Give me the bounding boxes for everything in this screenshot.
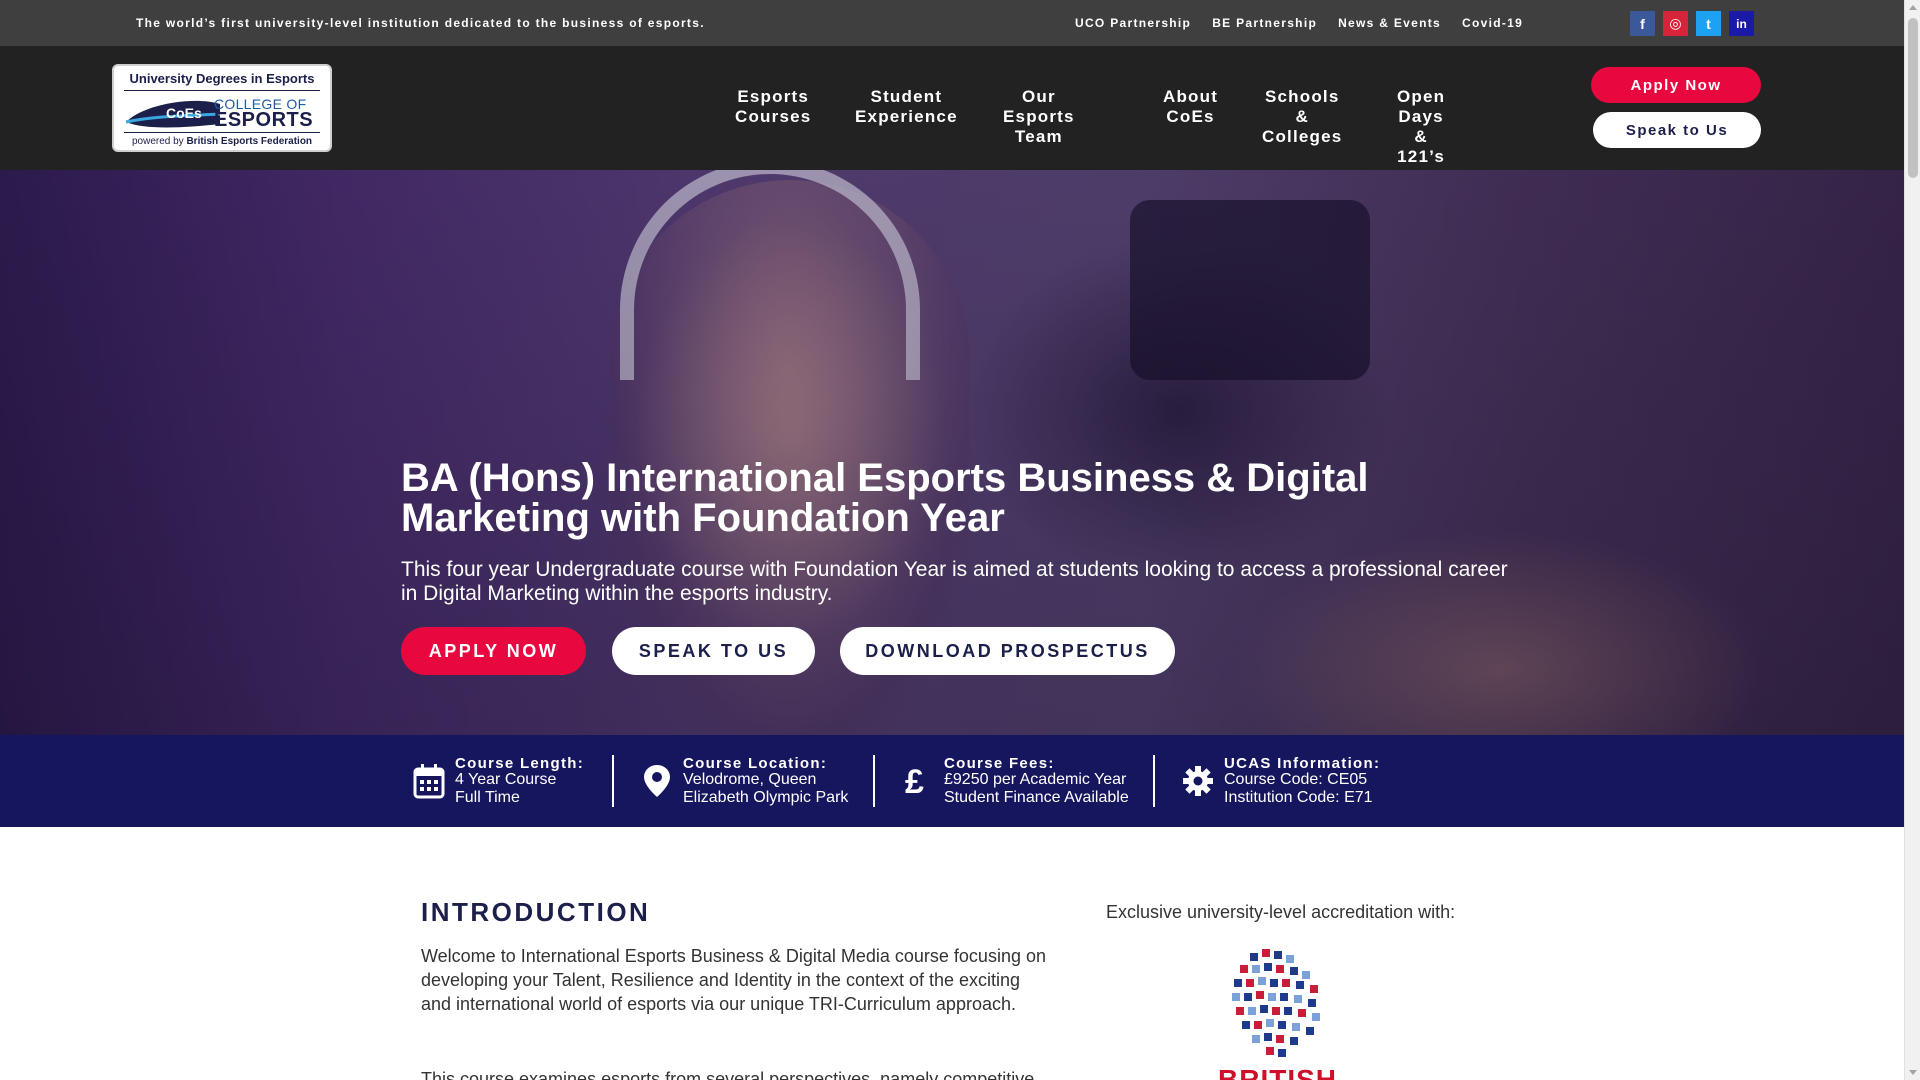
calendar-icon — [413, 764, 445, 799]
introduction-heading: INTRODUCTION — [421, 897, 651, 927]
introduction-paragraph-1: Welcome to International Esports Busines… — [421, 946, 1046, 1014]
nav-about-coes[interactable]: About CoEs — [1163, 87, 1218, 127]
course-length-title: Course Length: — [455, 755, 585, 772]
logo-badge-text: CoEs — [166, 105, 202, 121]
course-length-line-2: Full Time — [455, 789, 520, 806]
nav-student-experience[interactable]: Student Experience — [855, 87, 958, 127]
location-pin-icon — [644, 765, 670, 797]
introduction-paragraph-2: This course examines esports from severa… — [421, 1069, 1035, 1080]
header-speak-to-us-button[interactable]: Speak to Us — [1593, 112, 1761, 148]
logo-divider — [124, 132, 320, 133]
social-links: f ◎ t in — [1630, 11, 1754, 36]
info-divider — [1153, 755, 1155, 807]
nav-open-days[interactable]: Open Days & 121’s — [1397, 87, 1445, 167]
logo-powered-by: powered by British Esports Federation — [114, 136, 330, 147]
hero-title: BA (Hons) International Esports Business… — [401, 456, 1369, 540]
page-scrollbar[interactable] — [1904, 0, 1920, 1080]
tagline: The world’s first university-level insti… — [136, 16, 705, 30]
hero-speak-to-us-button[interactable]: SPEAK TO US — [612, 627, 815, 675]
main-header: University Degrees in Esports CoEs COLLE… — [0, 46, 1904, 170]
twitter-icon[interactable]: t — [1696, 11, 1721, 36]
british-esports-lion-logo — [1232, 949, 1320, 1057]
top-utility-bar: The world’s first university-level insti… — [0, 0, 1904, 46]
gear-icon — [1183, 766, 1213, 796]
course-location-line-1: Velodrome, Queen — [683, 771, 817, 788]
info-divider — [612, 755, 614, 807]
top-link-be-partnership[interactable]: BE Partnership — [1212, 16, 1317, 30]
nav-esports-courses[interactable]: Esports Courses — [735, 87, 811, 127]
hero-apply-now-button[interactable]: APPLY NOW — [401, 627, 586, 675]
top-link-covid-19[interactable]: Covid-19 — [1462, 16, 1523, 30]
ucas-info-line-2: Institution Code: E71 — [1224, 789, 1373, 806]
ucas-info-title: UCAS Information: — [1224, 755, 1381, 772]
scroll-up-arrow-icon[interactable] — [1909, 5, 1917, 10]
header-apply-now-button[interactable]: Apply Now — [1591, 67, 1761, 103]
instagram-icon[interactable]: ◎ — [1663, 11, 1688, 36]
logo-esports: ESPORTS — [214, 109, 314, 131]
course-fees-line-2: Student Finance Available — [944, 789, 1129, 806]
course-length-line-1: 4 Year Course — [455, 771, 557, 788]
course-info-strip: Course Length: 4 Year Course Full Time C… — [0, 735, 1904, 827]
course-fees-line-1: £9250 per Academic Year — [944, 771, 1127, 788]
linkedin-icon[interactable]: in — [1729, 11, 1754, 36]
pound-icon: £ — [905, 763, 924, 799]
nav-our-esports-team[interactable]: Our Esports Team — [1003, 87, 1075, 147]
course-location-title: Course Location: — [683, 755, 828, 772]
nav-schools-colleges[interactable]: Schools & Colleges — [1262, 87, 1342, 147]
logo-tagline: University Degrees in Esports — [129, 71, 315, 86]
ucas-info-line-1: Course Code: CE05 — [1224, 771, 1368, 788]
logo-powered-org: British Esports Federation — [186, 136, 313, 147]
scrollbar-thumb[interactable] — [1908, 18, 1918, 178]
logo-powered-prefix: powered by — [131, 136, 187, 147]
logo-divider — [124, 90, 320, 91]
course-fees-title: Course Fees: — [944, 755, 1055, 772]
download-prospectus-button[interactable]: DOWNLOAD PROSPECTUS — [840, 627, 1175, 675]
top-links: UCO Partnership BE Partnership News & Ev… — [1075, 16, 1523, 30]
accreditation-label: Exclusive university-level accreditation… — [1106, 902, 1456, 922]
accreditation-logo-text: BRITISH — [1218, 1064, 1337, 1080]
info-divider — [873, 755, 875, 807]
course-location-line-2: Elizabeth Olympic Park — [683, 789, 849, 806]
facebook-icon[interactable]: f — [1630, 11, 1655, 36]
hero-description: This four year Undergraduate course with… — [401, 558, 1508, 605]
scroll-down-arrow-icon[interactable] — [1909, 1070, 1917, 1075]
hero-banner: BA (Hons) International Esports Business… — [0, 170, 1904, 735]
svg-text:£: £ — [905, 763, 924, 799]
site-logo[interactable]: University Degrees in Esports CoEs COLLE… — [112, 64, 332, 152]
top-link-news-events[interactable]: News & Events — [1338, 16, 1441, 30]
top-link-uco-partnership[interactable]: UCO Partnership — [1075, 16, 1191, 30]
